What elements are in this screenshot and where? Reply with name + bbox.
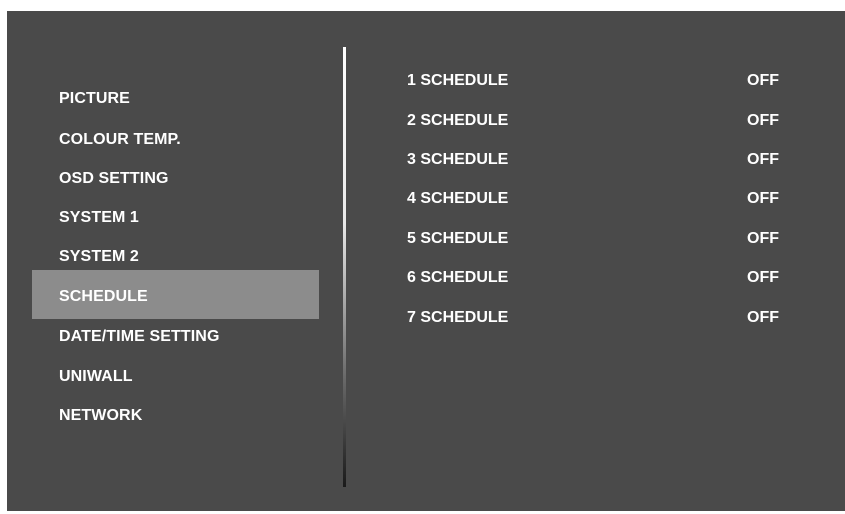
schedule-label: 5 SCHEDULE <box>407 230 509 247</box>
osd-menu-panel: PICTURE COLOUR TEMP. OSD SETTING SYSTEM … <box>7 11 845 511</box>
schedule-label: 1 SCHEDULE <box>407 72 509 89</box>
schedule-value: OFF <box>747 230 779 247</box>
schedule-label: 3 SCHEDULE <box>407 151 509 168</box>
schedule-value: OFF <box>747 309 779 326</box>
schedule-label: 4 SCHEDULE <box>407 190 509 207</box>
menu-item-uniwall[interactable]: UNIWALL <box>32 359 319 395</box>
menu-item-picture[interactable]: PICTURE <box>32 81 319 117</box>
schedule-value: OFF <box>747 269 779 286</box>
schedule-value: OFF <box>747 112 779 129</box>
menu-divider <box>343 47 346 487</box>
menu-item-colour-temp[interactable]: COLOUR TEMP. <box>32 122 319 158</box>
menu-item-network[interactable]: NETWORK <box>32 398 319 434</box>
schedule-row-1[interactable]: 1 SCHEDULE OFF <box>407 66 779 96</box>
schedule-row-5[interactable]: 5 SCHEDULE OFF <box>407 224 779 254</box>
schedule-label: 2 SCHEDULE <box>407 112 509 129</box>
schedule-value: OFF <box>747 190 779 207</box>
schedule-value: OFF <box>747 151 779 168</box>
menu-item-system-1[interactable]: SYSTEM 1 <box>32 200 319 236</box>
menu-item-date-time-setting[interactable]: DATE/TIME SETTING <box>32 319 319 355</box>
schedule-row-4[interactable]: 4 SCHEDULE OFF <box>407 184 779 214</box>
menu-item-schedule[interactable]: SCHEDULE <box>32 270 319 319</box>
schedule-row-6[interactable]: 6 SCHEDULE OFF <box>407 263 779 293</box>
schedule-label: 7 SCHEDULE <box>407 309 509 326</box>
schedule-row-7[interactable]: 7 SCHEDULE OFF <box>407 303 779 333</box>
schedule-list: 1 SCHEDULE OFF 2 SCHEDULE OFF 3 SCHEDULE… <box>407 11 787 511</box>
main-menu: PICTURE COLOUR TEMP. OSD SETTING SYSTEM … <box>7 11 327 511</box>
schedule-row-3[interactable]: 3 SCHEDULE OFF <box>407 145 779 175</box>
schedule-row-2[interactable]: 2 SCHEDULE OFF <box>407 106 779 136</box>
menu-item-osd-setting[interactable]: OSD SETTING <box>32 161 319 197</box>
schedule-value: OFF <box>747 72 779 89</box>
schedule-label: 6 SCHEDULE <box>407 269 509 286</box>
